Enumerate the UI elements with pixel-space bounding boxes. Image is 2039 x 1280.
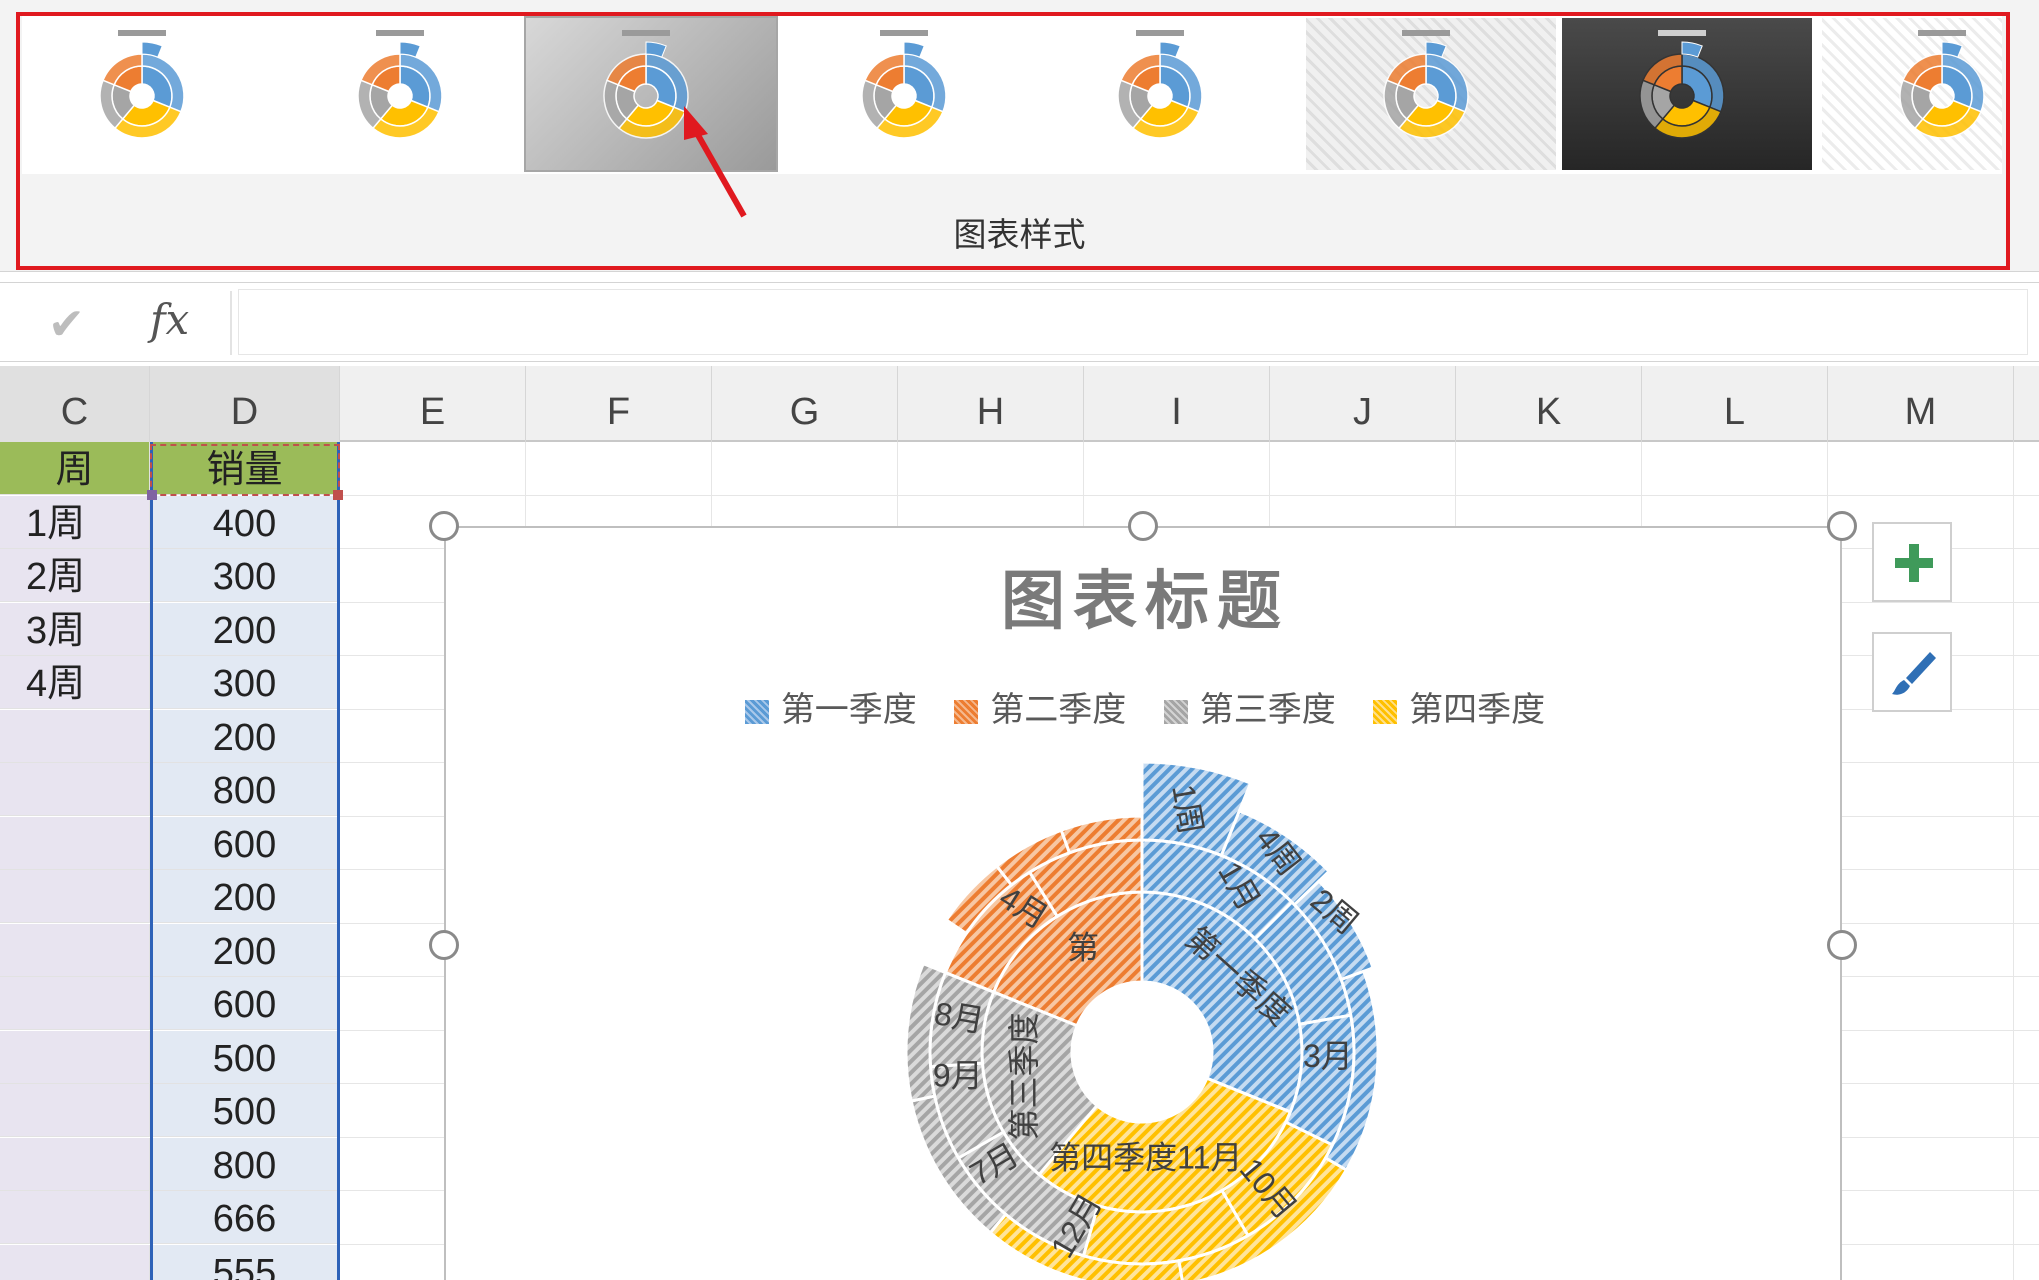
sunburst-label: 第 xyxy=(1067,929,1099,965)
resize-handle-left[interactable] xyxy=(429,930,459,960)
excel-window: { "ribbon": { "group_label": "图表样式", "st… xyxy=(0,0,2039,1280)
chart-elements-button[interactable] xyxy=(1872,522,1952,602)
column-header-l[interactable]: L xyxy=(1642,366,1828,442)
column-header-k[interactable]: K xyxy=(1456,366,1642,442)
column-header-j[interactable]: J xyxy=(1270,366,1456,442)
chart-area[interactable]: 图表标题 第一季度 第二季度 第三季度 第四季度 第一季度第第三季度 第四季度11… xyxy=(444,526,1842,1280)
cell-c[interactable] xyxy=(0,763,150,816)
cell-c[interactable] xyxy=(0,816,150,870)
plus-icon xyxy=(1895,544,1933,582)
cell-c[interactable] xyxy=(0,977,150,1030)
cell-c[interactable] xyxy=(0,1191,150,1244)
check-icon[interactable]: ✔ xyxy=(48,299,85,350)
sunburst-label: 第四季度11月 xyxy=(1049,1139,1242,1175)
resize-handle-top[interactable] xyxy=(1128,511,1158,541)
cell-c[interactable] xyxy=(0,1030,150,1084)
sunburst-label: 9月 xyxy=(933,1057,983,1093)
resize-handle-tr[interactable] xyxy=(1827,511,1857,541)
formula-bar: ✔ fx xyxy=(0,282,2039,362)
data-range-selection xyxy=(150,442,340,1280)
highlight-box xyxy=(16,12,2010,270)
cell-c[interactable] xyxy=(0,709,150,763)
fx-icon[interactable]: fx xyxy=(150,295,189,344)
range-handle-red[interactable] xyxy=(333,490,343,500)
cell-c-header[interactable]: 周 xyxy=(0,442,150,495)
brush-icon xyxy=(1892,652,1936,695)
column-gridline xyxy=(2013,442,2014,1280)
column-header-i[interactable]: I xyxy=(1084,366,1270,442)
column-header-d[interactable]: D xyxy=(150,366,340,442)
sunburst-plot[interactable]: 第一季度第第三季度第四季度11月1月3月4月8月9月7月 10月12月1周4周2周 xyxy=(446,528,1844,1280)
chart-styles-ribbon: 图表样式 xyxy=(0,0,2039,272)
range-handle-purple[interactable] xyxy=(147,490,157,500)
chart-styles-button[interactable] xyxy=(1872,632,1952,712)
column-header-g[interactable]: G xyxy=(712,366,898,442)
cell-c[interactable] xyxy=(0,1084,150,1137)
sunburst-label: 第三季度 xyxy=(1006,1013,1042,1141)
column-header-h[interactable]: H xyxy=(898,366,1084,442)
column-header-e[interactable]: E xyxy=(340,366,526,442)
sunburst-label: 3月 xyxy=(1303,1038,1353,1074)
formula-separator xyxy=(230,291,232,355)
cell-c[interactable]: 2周 xyxy=(0,549,150,602)
cell-c[interactable] xyxy=(0,923,150,977)
row-gridline xyxy=(340,494,2039,496)
cell-c[interactable]: 3周 xyxy=(0,602,150,656)
series-name-range xyxy=(150,444,340,496)
resize-handle-right[interactable] xyxy=(1827,930,1857,960)
resize-handle-tl[interactable] xyxy=(429,511,459,541)
cell-c[interactable]: 4周 xyxy=(0,656,150,709)
cell-c[interactable] xyxy=(0,1244,150,1280)
cell-c[interactable]: 1周 xyxy=(0,495,150,549)
column-header-m[interactable]: M xyxy=(1828,366,2014,442)
column-header-f[interactable]: F xyxy=(526,366,712,442)
formula-input[interactable] xyxy=(238,289,2028,355)
cell-c[interactable] xyxy=(0,870,150,923)
column-headers: CDEFGHIJKLM xyxy=(0,366,2039,442)
cell-c[interactable] xyxy=(0,1137,150,1191)
column-header-c[interactable]: C xyxy=(0,366,150,442)
